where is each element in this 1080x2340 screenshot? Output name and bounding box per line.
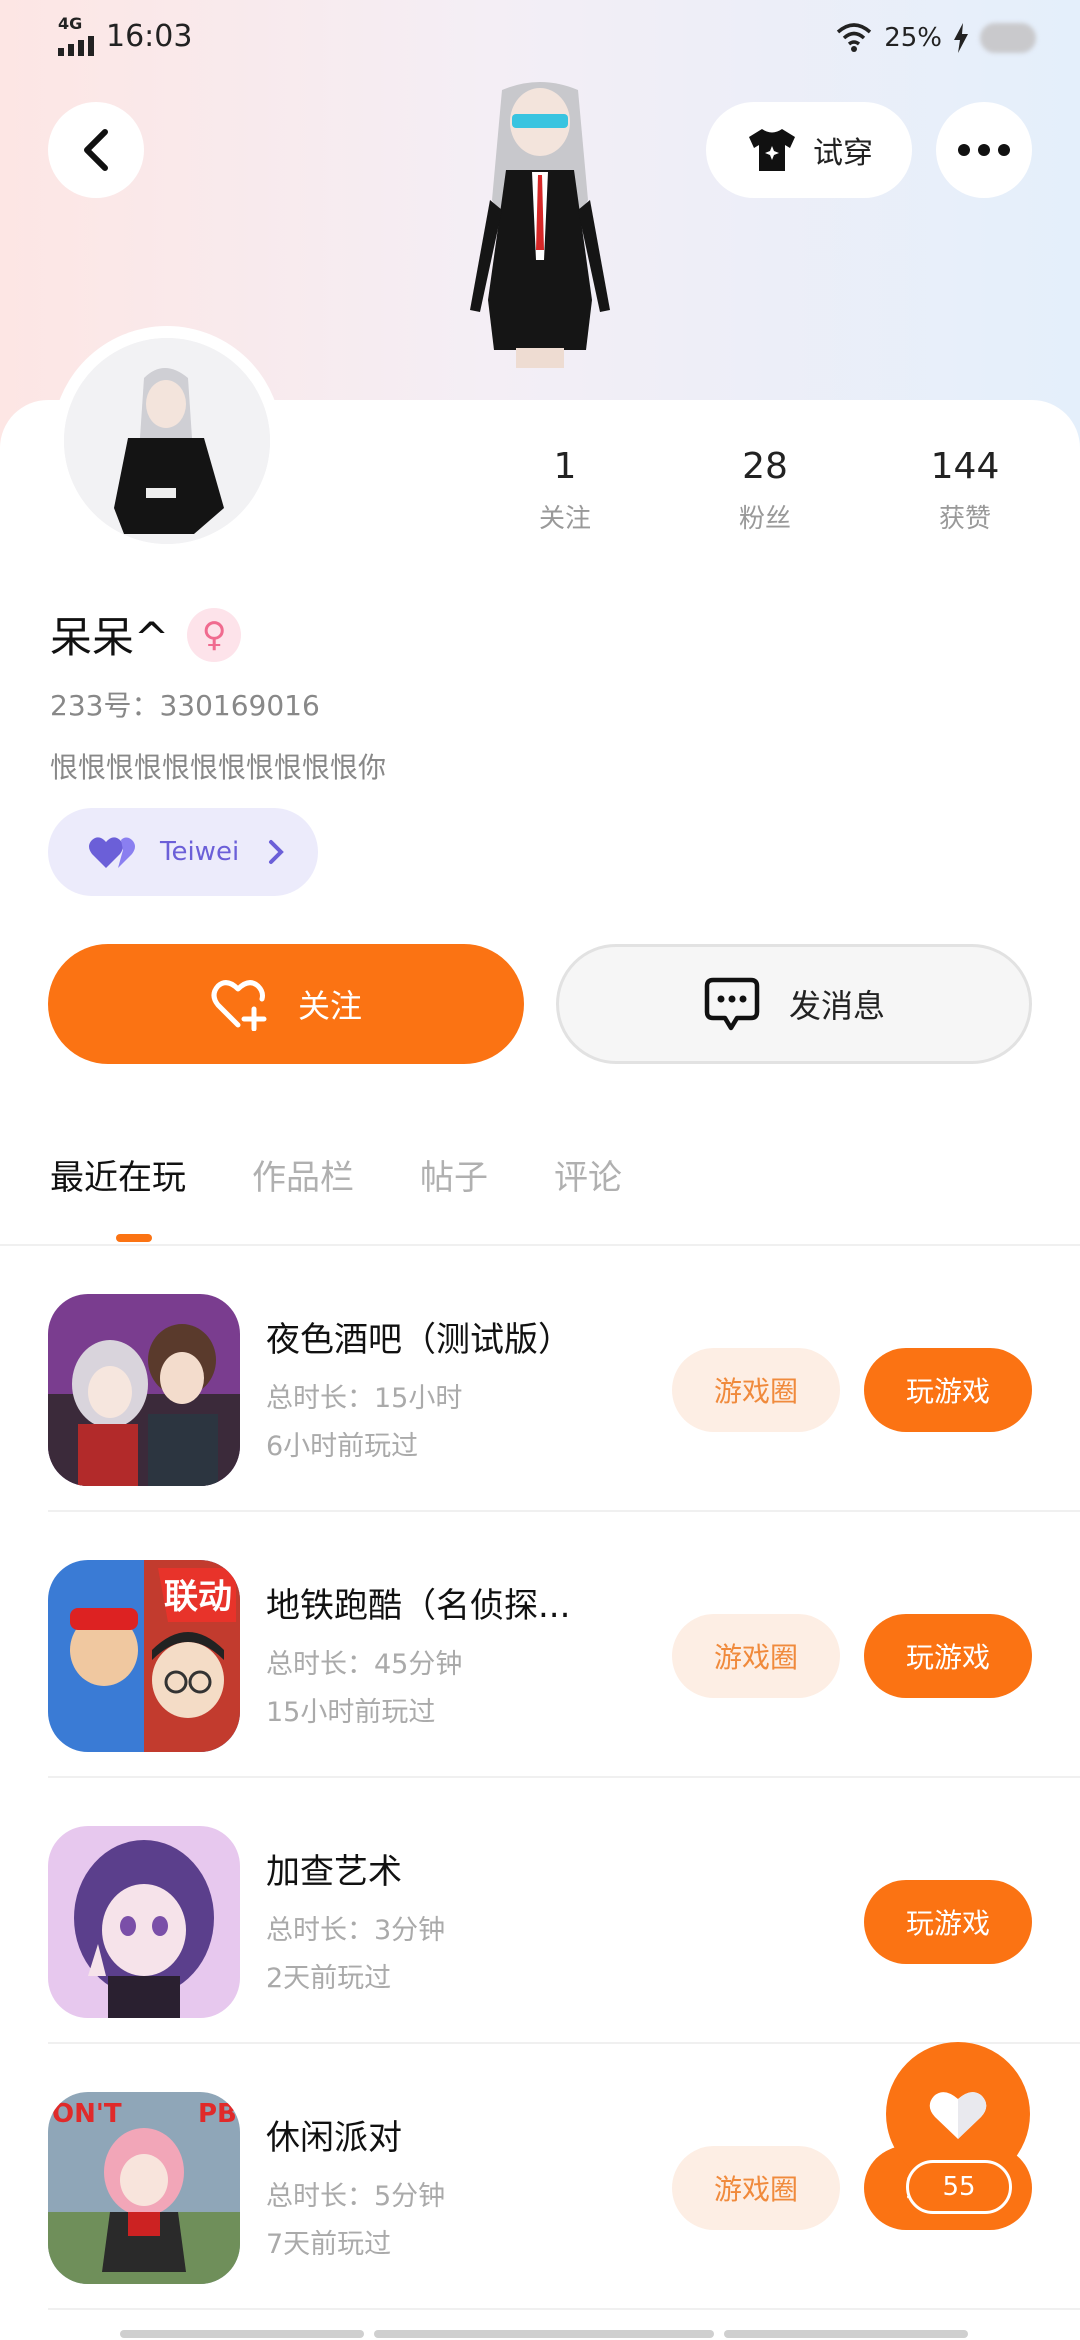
game-circle-button[interactable]: 游戏圈 bbox=[672, 1614, 840, 1698]
game-last-played: 7天前玩过 bbox=[266, 2229, 392, 2260]
tag-name: Teiwei bbox=[160, 837, 240, 867]
divider bbox=[48, 2308, 1080, 2310]
like-count-badge: 55 bbox=[906, 2160, 1012, 2214]
game-circle-button[interactable]: 游戏圈 bbox=[672, 2146, 840, 2230]
game-icon: 联动 bbox=[48, 1560, 240, 1752]
battery-percent: 25% bbox=[884, 23, 942, 53]
stat-value: 1 bbox=[553, 446, 577, 487]
play-game-button[interactable]: 玩游戏 bbox=[864, 1880, 1032, 1964]
back-button[interactable] bbox=[48, 102, 144, 198]
username-row: 呆呆^ ♀ bbox=[50, 604, 242, 665]
chat-bubble-icon bbox=[704, 977, 760, 1031]
game-icon-text-left: ON'T bbox=[52, 2099, 122, 2129]
tab-comments[interactable]: 评论 bbox=[554, 1150, 622, 1199]
double-heart-icon bbox=[89, 837, 135, 868]
game-total-duration: 总时长：45分钟 bbox=[266, 1649, 463, 1680]
profile-stats: 1 关注 28 粉丝 144 获赞 bbox=[490, 444, 1040, 535]
username: 呆呆^ bbox=[50, 613, 170, 662]
user-bio: 恨恨恨恨恨恨恨恨恨恨恨你 bbox=[50, 751, 387, 784]
avatar-image bbox=[64, 338, 270, 544]
shirt-icon bbox=[749, 129, 795, 171]
game-title: 休闲派对 bbox=[266, 2118, 402, 2158]
network-type: 4G bbox=[58, 14, 83, 33]
stat-label: 获赞 bbox=[938, 504, 991, 534]
avatar[interactable] bbox=[52, 326, 282, 556]
wifi-icon bbox=[837, 23, 872, 52]
game-total-duration: 总时长：3分钟 bbox=[266, 1915, 446, 1946]
game-icon bbox=[48, 1294, 240, 1486]
send-message-label: 发消息 bbox=[788, 987, 885, 1025]
game-last-played: 6小时前玩过 bbox=[266, 1431, 419, 1462]
profile-tabs: 最近在玩 作品栏 帖子 评论 bbox=[50, 1150, 622, 1199]
play-game-button[interactable]: 玩游戏 bbox=[864, 1614, 1032, 1698]
game-total-duration: 总时长：15小时 bbox=[266, 1383, 463, 1414]
game-icon: ON'T PBL bbox=[48, 2092, 240, 2284]
game-title: 加查艺术 bbox=[266, 1852, 402, 1892]
game-title: 地铁跑酷（名侦探... bbox=[266, 1586, 571, 1626]
tab-posts[interactable]: 帖子 bbox=[420, 1150, 488, 1199]
follow-label: 关注 bbox=[297, 987, 362, 1025]
game-title: 夜色酒吧（测试版） bbox=[266, 1320, 572, 1360]
female-gender-icon: ♀ bbox=[187, 607, 242, 662]
avatar-figure-image bbox=[470, 82, 610, 368]
battery-icon bbox=[980, 23, 1036, 53]
stat-followers[interactable]: 28 粉丝 bbox=[690, 444, 840, 535]
list-item[interactable]: 加查艺术 总时长：3分钟 2天前玩过 玩游戏 bbox=[0, 1778, 1080, 2044]
stat-value: 28 bbox=[742, 446, 788, 487]
game-icon-text-right: PBL bbox=[198, 2099, 240, 2129]
game-last-played: 2天前玩过 bbox=[266, 1963, 392, 1994]
user-id[interactable]: 233号：330169016 bbox=[50, 684, 320, 724]
game-icon bbox=[48, 1826, 240, 2018]
game-circle-button[interactable]: 游戏圈 bbox=[672, 1348, 840, 1432]
more-dots-icon bbox=[958, 144, 1010, 156]
status-right: 25% bbox=[834, 22, 1036, 54]
try-on-label: 试穿 bbox=[813, 136, 873, 171]
heart-icon bbox=[929, 2092, 987, 2139]
game-total-duration: 总时长：5分钟 bbox=[266, 2181, 446, 2212]
active-tab-indicator bbox=[116, 1234, 152, 1242]
game-icon-badge: 联动 bbox=[164, 1577, 232, 1617]
try-on-button[interactable]: 试穿 bbox=[706, 102, 912, 198]
clock: 16:03 bbox=[106, 18, 193, 54]
charging-icon bbox=[954, 23, 968, 53]
profile-page: 4G 16:03 25% 试穿 1 关注 28 粉丝 144 获赞 呆呆^ ♀ … bbox=[0, 0, 1080, 2340]
send-message-button[interactable]: 发消息 bbox=[556, 944, 1032, 1064]
heart-plus-icon bbox=[211, 980, 267, 1031]
bottom-scroll-indicator bbox=[120, 2330, 968, 2338]
list-item[interactable]: 联动 地铁跑酷（名侦探... 总时长：45分钟 15小时前玩过 游戏圈 玩游戏 bbox=[0, 1512, 1080, 1778]
chevron-left-icon bbox=[84, 129, 108, 171]
game-last-played: 15小时前玩过 bbox=[266, 1697, 436, 1728]
stat-following[interactable]: 1 关注 bbox=[490, 444, 640, 535]
follow-button[interactable]: 关注 bbox=[48, 944, 524, 1064]
tab-recently-played[interactable]: 最近在玩 bbox=[50, 1150, 186, 1199]
more-button[interactable] bbox=[936, 102, 1032, 198]
stat-label: 粉丝 bbox=[738, 504, 791, 534]
status-left: 4G 16:03 bbox=[58, 16, 192, 56]
tab-works[interactable]: 作品栏 bbox=[252, 1150, 354, 1199]
stat-likes[interactable]: 144 获赞 bbox=[890, 444, 1040, 535]
list-item[interactable]: 夜色酒吧（测试版） 总时长：15小时 6小时前玩过 游戏圈 玩游戏 bbox=[0, 1246, 1080, 1512]
chevron-right-icon bbox=[269, 840, 285, 864]
status-bar: 4G 16:03 25% bbox=[0, 0, 1080, 80]
stat-value: 144 bbox=[930, 446, 1000, 487]
relationship-tag[interactable]: Teiwei bbox=[48, 808, 318, 896]
signal-icon: 4G bbox=[58, 16, 94, 56]
stat-label: 关注 bbox=[538, 504, 591, 534]
play-game-button[interactable]: 玩游戏 bbox=[864, 1348, 1032, 1432]
